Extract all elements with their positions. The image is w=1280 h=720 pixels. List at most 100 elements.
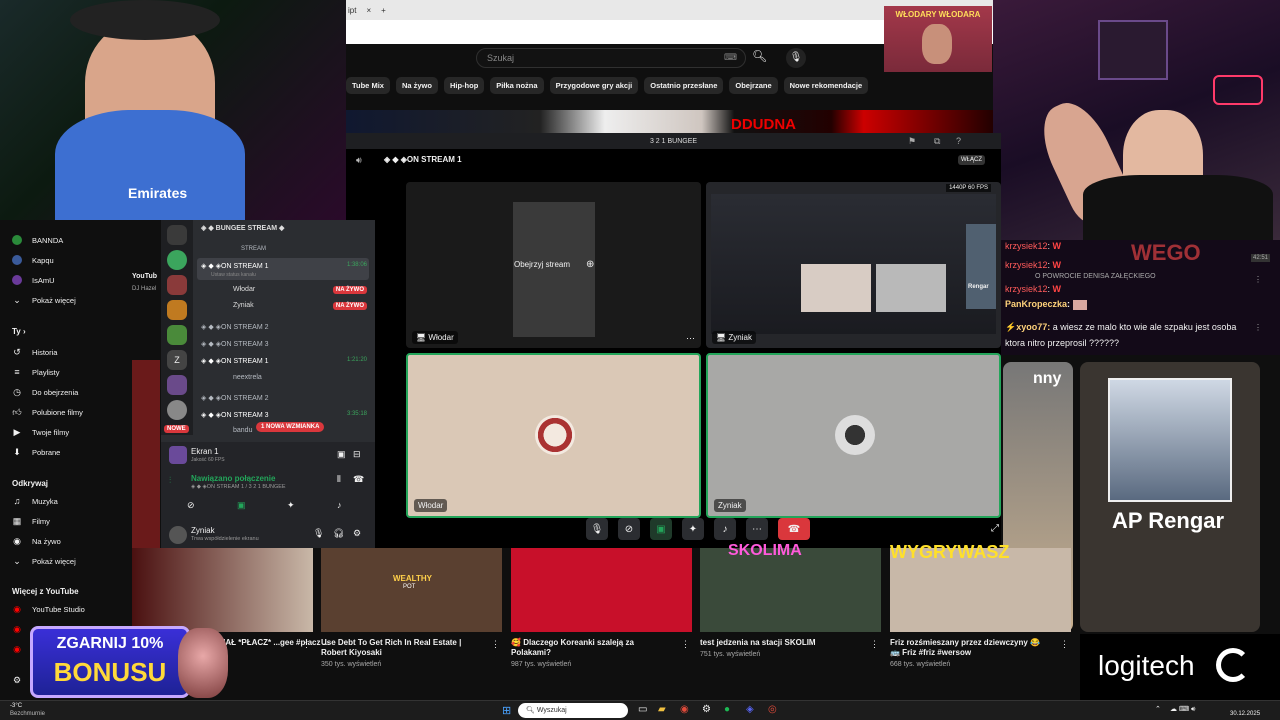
chip[interactable]: Obejrzane xyxy=(729,77,778,94)
voice-channel[interactable]: ◈ ◆ ◈ON STREAM 1 xyxy=(201,262,269,270)
new-badge[interactable]: NOWE xyxy=(164,425,189,433)
chip[interactable]: Przygodowe gry akcji xyxy=(549,77,639,94)
sidebar-item[interactable]: ⬇ Pobrane xyxy=(12,447,60,457)
server-icon[interactable]: Z xyxy=(167,350,187,370)
activities-icon[interactable]: ✦ xyxy=(287,500,295,511)
obs-icon[interactable]: ◎ xyxy=(768,704,777,715)
watch-stream-label[interactable]: Obejrzyj stream xyxy=(514,260,570,269)
stream-tile-zyniak[interactable]: Rengar 1440P 60 FPS 🖥︎ Zyniak xyxy=(706,182,1001,348)
more-icon[interactable]: ⋯ xyxy=(746,518,768,540)
server-icon[interactable] xyxy=(167,225,187,245)
sidebar-item[interactable]: ♫ Muzyka xyxy=(12,496,58,506)
sidebar-item[interactable]: ◉ xyxy=(12,644,22,654)
voice-channel[interactable]: ◈ ◆ ◈ON STREAM 2 xyxy=(201,394,269,402)
video-thumbnail[interactable]: SKOLIMA xyxy=(700,542,881,632)
noise-suppression-icon[interactable]: ⫴ xyxy=(337,474,341,485)
browser-tab[interactable]: ipt xyxy=(348,6,356,15)
section-heading-you[interactable]: Ty › xyxy=(12,327,26,336)
microphone-icon[interactable]: 🎙︎ xyxy=(586,518,608,540)
more-icon[interactable]: ⋮ xyxy=(1060,639,1069,650)
keyboard-icon[interactable]: ⌨ xyxy=(724,52,737,63)
video-title[interactable]: 🥰 Dlaczego Koreanki szaleją za Polakami? xyxy=(511,638,676,658)
voice-tile-zyniak[interactable]: Zyniak xyxy=(706,353,1001,518)
voice-user[interactable]: neextrela xyxy=(233,374,262,381)
steam-icon[interactable]: ⚙ xyxy=(702,704,711,715)
task-view-icon[interactable]: ▭ xyxy=(638,704,647,715)
voice-tile-wlodar[interactable]: Włodar xyxy=(406,353,701,518)
join-button[interactable]: WŁĄCZ xyxy=(958,155,985,165)
chrome-icon[interactable]: ◉ xyxy=(680,704,689,715)
headphones-icon[interactable]: 🎧︎ xyxy=(333,528,344,539)
more-icon[interactable]: ⋮ xyxy=(681,639,690,650)
sidebar-item[interactable]: ⌄ Pokaż więcej xyxy=(12,295,76,305)
sidebar-item[interactable]: ⌄ Pokaż więcej xyxy=(12,556,76,566)
more-icon[interactable]: ⋮ xyxy=(870,639,879,650)
weather-desc[interactable]: Bezchmurnie xyxy=(10,711,45,717)
windows-start-icon[interactable]: ⊞ xyxy=(502,704,511,717)
stop-stream-icon[interactable]: ⊟ xyxy=(353,449,361,460)
partial-thumbnail[interactable] xyxy=(132,360,160,550)
server-icon[interactable] xyxy=(167,375,187,395)
video-title[interactable]: test jedzenia na stacji SKOLIM xyxy=(700,638,865,648)
hang-up-icon[interactable]: ☎ xyxy=(778,518,810,540)
gear-icon[interactable]: ⚙ xyxy=(353,528,361,539)
chip[interactable]: Piłka nożna xyxy=(490,77,544,94)
channel-category[interactable]: ◈ ◆ BUNGEE STREAM ◆ xyxy=(201,224,284,232)
voice-channel[interactable]: ◈ ◆ ◈ON STREAM 3 xyxy=(201,340,269,348)
popout-icon[interactable]: ⤢ xyxy=(991,523,999,534)
stream-tile-wlodar[interactable]: Obejrzyj stream ⊕ 🖥︎ Włodar ⋯ xyxy=(406,182,701,348)
video-thumbnail[interactable] xyxy=(511,548,692,632)
server-icon[interactable] xyxy=(167,325,187,345)
sidebar-item[interactable]: ◷ Do obejrzenia xyxy=(12,387,78,397)
sidebar-item[interactable]: 👍︎ Polubione filmy xyxy=(12,407,83,417)
soundboard-icon[interactable]: ♪ xyxy=(714,518,736,540)
disconnect-icon[interactable]: ☎ xyxy=(353,474,364,485)
server-icon[interactable] xyxy=(167,400,187,420)
flag-icon[interactable]: ⚑ xyxy=(908,136,916,147)
video-title[interactable]: Friz rozśmieszany przez dziewczyny 😂 🚌 F… xyxy=(890,638,1050,658)
camera-off-icon[interactable]: ⊘ xyxy=(618,518,640,540)
channel-status[interactable]: Ustaw status kanału xyxy=(211,272,256,278)
help-icon[interactable]: ? xyxy=(956,136,961,146)
voice-channel[interactable]: ◈ ◆ ◈ON STREAM 2 xyxy=(201,323,269,331)
video-thumbnail[interactable]: WEALTHY POT xyxy=(321,548,502,632)
mention-badge[interactable]: 1 NOWA WZMIANKA xyxy=(256,422,325,432)
tray-chevron-icon[interactable]: ⌃ xyxy=(1155,705,1161,713)
new-tab-icon[interactable]: + xyxy=(381,6,386,15)
more-icon[interactable]: ⋮ xyxy=(1254,323,1262,332)
microphone-icon[interactable]: 🎙︎ xyxy=(786,48,806,68)
sidebar-item[interactable]: ▦ Filmy xyxy=(12,516,50,526)
chip[interactable]: Ostatnio przesłane xyxy=(644,77,724,94)
popout-icon[interactable]: ⧉ xyxy=(934,136,940,147)
file-explorer-icon[interactable]: ▰ xyxy=(658,704,666,715)
discord-icon[interactable]: ◈ xyxy=(746,704,754,715)
more-icon[interactable]: ⋮ xyxy=(491,639,500,650)
voice-user[interactable]: bandu xyxy=(233,427,252,434)
more-icon[interactable]: ⋮ xyxy=(1254,275,1262,284)
voice-channel[interactable]: ◈ ◆ ◈ON STREAM 3 xyxy=(201,411,269,419)
server-icon[interactable] xyxy=(167,300,187,320)
more-icon[interactable]: ⋮ xyxy=(302,639,311,650)
sidebar-item[interactable]: BANNDA xyxy=(12,235,63,245)
server-icon[interactable] xyxy=(167,250,187,270)
camera-off-icon[interactable]: ⊘ xyxy=(187,500,195,511)
chip[interactable]: Na żywo xyxy=(395,77,438,94)
voice-user[interactable]: Zyniak xyxy=(233,302,254,309)
video-thumbnail[interactable] xyxy=(132,548,313,632)
sidebar-item[interactable]: ↺ Historia xyxy=(12,347,57,357)
video-title[interactable]: Use Debt To Get Rich In Real Estate | Ro… xyxy=(321,638,486,658)
spotify-icon[interactable]: ● xyxy=(724,704,730,715)
microphone-icon[interactable]: 🎙︎ xyxy=(313,528,324,539)
chip[interactable]: Nowe rekomendacje xyxy=(783,77,869,94)
partial-video-title[interactable]: YouTub xyxy=(132,273,157,280)
sidebar-item[interactable]: ◉ xyxy=(12,624,22,634)
sidebar-item[interactable]: Kapqu xyxy=(12,255,54,265)
taskbar-search-input[interactable]: 🔍︎ Wyszukaj xyxy=(518,703,628,718)
search-input[interactable]: Szukaj ⌨ xyxy=(476,48,746,68)
video-thumbnail[interactable]: WYGRYWASZ xyxy=(890,542,1071,632)
sidebar-item[interactable]: IsAmU xyxy=(12,275,55,285)
screen-share-icon[interactable]: ▣ xyxy=(237,500,246,511)
voice-channel[interactable]: ◈ ◆ ◈ON STREAM 1 xyxy=(201,357,269,365)
screen-share-icon[interactable]: ▣ xyxy=(650,518,672,540)
connection-status[interactable]: Nawiązano połączenie xyxy=(191,474,275,483)
